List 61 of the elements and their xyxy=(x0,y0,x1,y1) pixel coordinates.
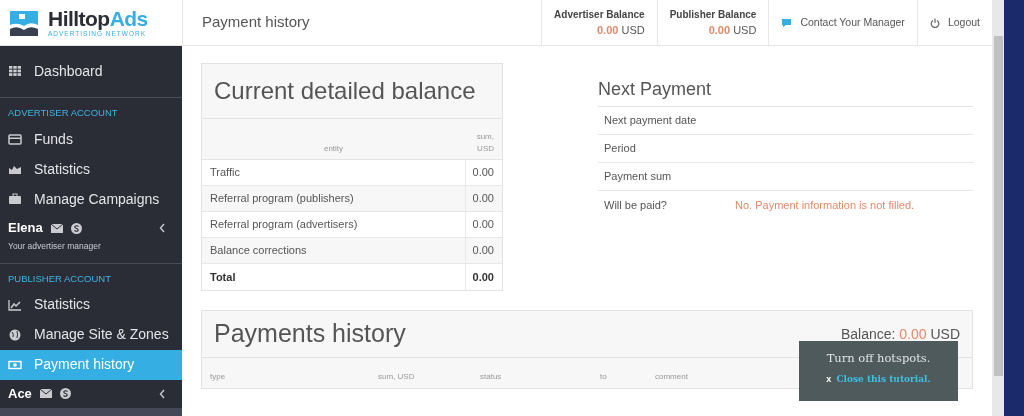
column-header: status xyxy=(480,371,503,383)
globe-icon xyxy=(8,327,22,342)
chevron-icon[interactable] xyxy=(159,388,166,399)
sidebar-item[interactable]: Manage Site & Zones xyxy=(0,319,182,350)
table-cell: 0.00 xyxy=(465,238,502,263)
table-cell-text: Total xyxy=(209,269,237,285)
column-header: sum, USD xyxy=(378,371,416,383)
balance-label: Advertiser Balance xyxy=(554,7,645,22)
table-cell-text: Traffic xyxy=(209,165,241,181)
table-cell: 0.00 xyxy=(465,212,502,237)
balance-total: Balance: 0.00 USD xyxy=(840,324,960,344)
table-cell: 0.00 xyxy=(465,264,502,290)
column-header: to xyxy=(600,371,608,383)
field-label: Period xyxy=(604,141,637,157)
tutorial-title: Turn off hotspots. xyxy=(826,350,931,367)
card-title: Current detailed balance xyxy=(202,64,502,119)
section-title: Next Payment xyxy=(598,76,973,107)
sidebar-item[interactable]: Manage Campaigns xyxy=(0,184,182,215)
power-icon xyxy=(929,17,940,28)
balance-label: Publisher Balance xyxy=(669,7,757,22)
grid-icon xyxy=(8,64,22,78)
card-title: Payments history xyxy=(214,318,406,350)
table-cell: 0.00 xyxy=(465,186,502,211)
sidebar-item[interactable]: Statistics xyxy=(0,289,182,320)
logo-icon xyxy=(8,8,40,37)
scrollbar[interactable] xyxy=(992,0,1004,416)
credit-card-icon xyxy=(8,132,22,147)
column-header: comment xyxy=(655,371,688,383)
briefcase-icon xyxy=(8,192,22,207)
line-chart-icon xyxy=(8,297,22,312)
section-heading: PUBLISHER ACCOUNT xyxy=(0,262,182,290)
scrollbar-thumb[interactable] xyxy=(993,36,1003,376)
table-cell-text: Balance corrections xyxy=(209,243,308,259)
skype-icon[interactable] xyxy=(70,222,82,234)
column-header: type xyxy=(210,371,227,383)
table-cell: 0.00 xyxy=(465,160,502,185)
sidebar-item[interactable]: Statistics xyxy=(0,154,182,185)
mail-icon[interactable] xyxy=(50,223,63,233)
contact-manager-link[interactable]: Contact Your Manager xyxy=(768,0,917,45)
section-heading: ADVERTISER ACCOUNT xyxy=(0,97,182,125)
balance-amount: 0.00 USD xyxy=(708,22,757,38)
table-cell-text: Referral program (publishers) xyxy=(209,191,355,207)
field-label: Next payment date xyxy=(604,113,698,129)
sidebar-item[interactable]: Funds xyxy=(0,124,182,155)
field-value: No. Payment information is not filled. xyxy=(735,197,915,213)
balance-amount: 0.00 USD xyxy=(596,22,645,38)
manager-name: Ace xyxy=(8,384,32,403)
page-title: Payment history xyxy=(201,12,311,33)
close-mark[interactable]: x xyxy=(826,373,832,387)
manager-name: Elena xyxy=(8,219,43,238)
sidebar-item[interactable]: Dashboard xyxy=(0,56,182,86)
field-label: Will be paid? xyxy=(604,197,668,213)
column-header: sum, USD xyxy=(475,131,495,155)
skype-icon[interactable] xyxy=(59,388,71,399)
manager-caption: Your advertiser manager xyxy=(8,239,101,253)
column-header: entity xyxy=(322,143,345,155)
chat-icon xyxy=(781,17,793,28)
chevron-icon[interactable] xyxy=(159,223,166,234)
table-cell-text: Referral program (advertisers) xyxy=(209,217,359,233)
field-label: Payment sum xyxy=(604,169,673,185)
mail-icon[interactable] xyxy=(39,389,52,398)
